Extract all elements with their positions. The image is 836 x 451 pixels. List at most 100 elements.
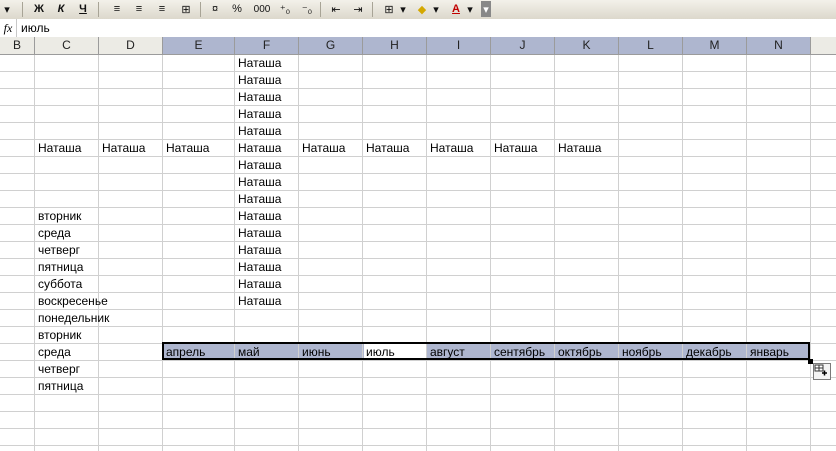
row-gridline: [0, 275, 836, 276]
cell-f2[interactable]: Наташа: [235, 72, 298, 88]
cell-h6[interactable]: Наташа: [363, 140, 426, 156]
align-left-icon[interactable]: ≡: [108, 1, 126, 17]
column-gridline: [554, 55, 555, 451]
align-center-icon[interactable]: ≡: [130, 1, 148, 17]
merge-center-icon[interactable]: ⊞: [176, 1, 196, 17]
worksheet-grid[interactable]: Наташа Наташа Наташа Наташа Наташа Наташа Ната…: [0, 55, 836, 451]
row-gridline: [0, 224, 836, 225]
autofill-options-icon[interactable]: [813, 363, 831, 380]
column-header-i[interactable]: I: [427, 37, 491, 54]
column-header-e[interactable]: E: [163, 37, 235, 54]
row-gridline: [0, 190, 836, 191]
cell-c17[interactable]: вторник: [35, 327, 98, 343]
cell-f1[interactable]: Наташа: [235, 55, 298, 71]
selection-border: [162, 342, 810, 360]
row-gridline: [0, 428, 836, 429]
borders-icon[interactable]: ⊞: [380, 1, 398, 17]
row-gridline: [0, 394, 836, 395]
column-header-l[interactable]: L: [619, 37, 683, 54]
column-gridline: [746, 55, 747, 451]
cell-j6[interactable]: Наташа: [491, 140, 554, 156]
bold-button[interactable]: Ж: [30, 1, 48, 17]
row-gridline: [0, 292, 836, 293]
row-gridline: [0, 411, 836, 412]
column-header-next[interactable]: [811, 37, 836, 54]
decrease-decimal-icon[interactable]: ⁻₀: [298, 1, 316, 17]
cell-f9[interactable]: Наташа: [235, 191, 298, 207]
cell-c19[interactable]: четверг: [35, 361, 98, 377]
toolbar-separator: [372, 2, 373, 17]
formatting-toolbar: ▾ Ж К Ч ≡ ≡ ≡ ⊞ ¤% 000 ⁺₀ ⁻₀ ⇤ ⇥ ⊞ ▾ ◆ ▾ А ▾ ▾: [0, 0, 836, 20]
toolbar-separator: [98, 2, 99, 17]
increase-decimal-icon[interactable]: ⁺₀: [276, 1, 294, 17]
currency-icon[interactable]: ¤: [205, 1, 225, 17]
underline-button[interactable]: Ч: [74, 1, 92, 17]
row-gridline: [0, 122, 836, 123]
column-gridline: [362, 55, 363, 451]
column-gridline: [682, 55, 683, 451]
column-header-b[interactable]: B: [0, 37, 35, 54]
toolbar-options-icon[interactable]: ▾: [481, 1, 491, 17]
cell-f10[interactable]: Наташа: [235, 208, 298, 224]
column-gridline: [98, 55, 99, 451]
column-header-n[interactable]: N: [747, 37, 811, 54]
cell-f7[interactable]: Наташа: [235, 157, 298, 173]
cell-f11[interactable]: Наташа: [235, 225, 298, 241]
cell-f4[interactable]: Наташа: [235, 106, 298, 122]
cell-g6[interactable]: Наташа: [299, 140, 362, 156]
increase-indent-icon[interactable]: ⇥: [349, 1, 367, 17]
font-color-dropdown-icon[interactable]: ▾: [466, 1, 474, 17]
formula-bar: fx июль: [0, 19, 836, 38]
cell-c6[interactable]: Наташа: [35, 140, 98, 156]
cell-c11[interactable]: среда: [35, 225, 98, 241]
cell-c20[interactable]: пятница: [35, 378, 98, 394]
function-icon[interactable]: fx: [0, 19, 17, 37]
decrease-indent-icon[interactable]: ⇤: [327, 1, 345, 17]
cell-f14[interactable]: Наташа: [235, 276, 298, 292]
column-header-k[interactable]: K: [555, 37, 619, 54]
font-color-button[interactable]: А: [447, 1, 465, 17]
column-header-d[interactable]: D: [99, 37, 163, 54]
toolbar-separator: [320, 2, 321, 17]
toolbar-dropdown-arrow[interactable]: ▾: [0, 1, 14, 17]
cell-f5[interactable]: Наташа: [235, 123, 298, 139]
cell-f12[interactable]: Наташа: [235, 242, 298, 258]
cell-e6[interactable]: Наташа: [163, 140, 234, 156]
cell-c13[interactable]: пятница: [35, 259, 98, 275]
cell-c12[interactable]: четверг: [35, 242, 98, 258]
cell-i6[interactable]: Наташа: [427, 140, 490, 156]
cell-f13[interactable]: Наташа: [235, 259, 298, 275]
cell-c16[interactable]: понедельник: [35, 310, 109, 326]
row-gridline: [0, 207, 836, 208]
row-gridline: [0, 241, 836, 242]
column-header-m[interactable]: M: [683, 37, 747, 54]
formula-input[interactable]: июль: [21, 21, 50, 35]
cell-c18[interactable]: среда: [35, 344, 98, 360]
row-gridline: [0, 326, 836, 327]
toolbar-separator: [22, 2, 23, 17]
column-header-f[interactable]: F: [235, 37, 299, 54]
column-header-c[interactable]: C: [35, 37, 99, 54]
column-header-j[interactable]: J: [491, 37, 555, 54]
fill-color-icon[interactable]: ◆: [413, 1, 431, 17]
cell-k6[interactable]: Наташа: [555, 140, 618, 156]
column-header-h[interactable]: H: [363, 37, 427, 54]
cell-f8[interactable]: Наташа: [235, 174, 298, 190]
row-gridline: [0, 360, 836, 361]
cell-f3[interactable]: Наташа: [235, 89, 298, 105]
align-right-icon[interactable]: ≡: [153, 1, 171, 17]
italic-button[interactable]: К: [52, 1, 70, 17]
cell-f15[interactable]: Наташа: [235, 293, 298, 309]
borders-dropdown-icon[interactable]: ▾: [399, 1, 407, 17]
cell-c14[interactable]: суббота: [35, 276, 98, 292]
column-header-g[interactable]: G: [299, 37, 363, 54]
row-gridline: [0, 156, 836, 157]
cell-f6[interactable]: Наташа: [235, 140, 298, 156]
percent-button[interactable]: %: [228, 1, 246, 17]
fill-color-dropdown-icon[interactable]: ▾: [432, 1, 440, 17]
cell-c10[interactable]: вторник: [35, 208, 98, 224]
column-gridline: [490, 55, 491, 451]
cell-d6[interactable]: Наташа: [99, 140, 162, 156]
cell-c15[interactable]: воскресенье: [35, 293, 108, 309]
thousands-button[interactable]: 000: [251, 1, 273, 17]
